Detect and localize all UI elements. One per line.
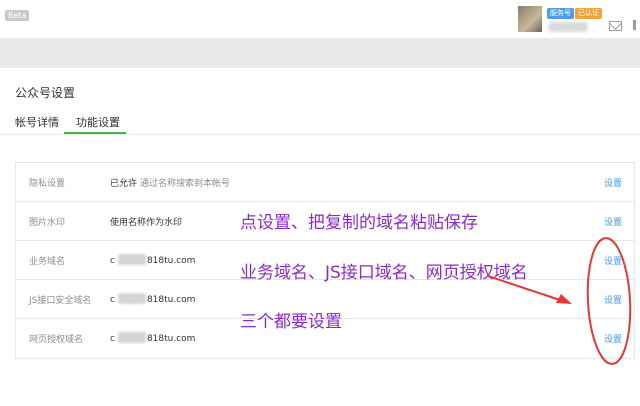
annotation-arrow-line: [487, 275, 561, 301]
annotation-overlay: [487, 237, 632, 365]
highlight-ellipse: [586, 237, 632, 365]
annotation-arrowhead: [556, 294, 572, 304]
